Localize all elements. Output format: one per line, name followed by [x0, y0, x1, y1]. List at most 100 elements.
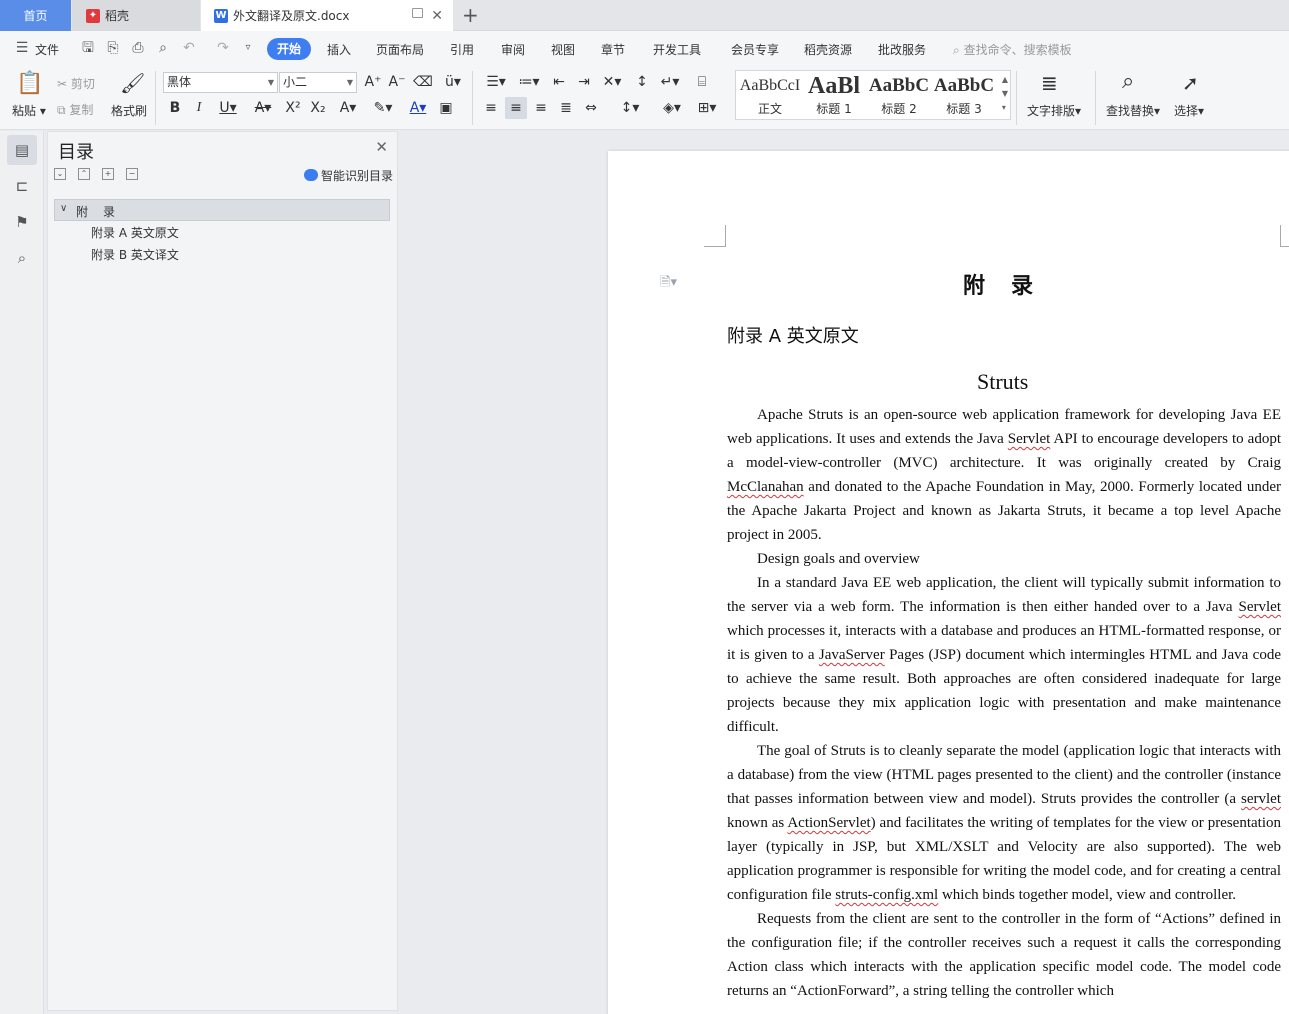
menu-references[interactable]: 引用: [450, 41, 474, 58]
float-window-icon[interactable]: [412, 8, 423, 18]
find-replace-button[interactable]: 查找替换▾: [1106, 102, 1160, 119]
menu-start[interactable]: 开始: [267, 38, 311, 60]
hamburger-icon[interactable]: ☰: [14, 40, 30, 56]
text-layout-icon[interactable]: ≣: [1041, 71, 1058, 95]
chapter-nav-icon[interactable]: ⊏: [7, 171, 37, 201]
menu-correction[interactable]: 批改服务: [878, 41, 926, 58]
distribute-icon[interactable]: ⇔: [580, 97, 602, 119]
char-border-icon[interactable]: ▣: [435, 97, 457, 119]
decrease-font-icon[interactable]: A⁻: [386, 71, 408, 93]
chevron-down-icon[interactable]: ∨: [60, 203, 67, 214]
style-heading-1[interactable]: AaBl 标题 1: [804, 73, 864, 117]
select-button[interactable]: 选择▾: [1174, 102, 1204, 119]
customize-toolbar-icon[interactable]: ▿: [240, 40, 256, 56]
decrease-indent-icon[interactable]: ⇤: [548, 71, 570, 93]
command-search[interactable]: ⌕ 查找命令、搜索模板: [953, 41, 1072, 58]
borders-icon[interactable]: ⊞▾: [692, 97, 722, 119]
save-icon[interactable]: 🖫: [80, 40, 96, 56]
align-right-icon[interactable]: ≡: [530, 97, 552, 119]
increase-indent-icon[interactable]: ⇥: [573, 71, 595, 93]
format-painter-button[interactable]: 格式刷: [111, 102, 147, 119]
add-item-icon[interactable]: +: [102, 168, 114, 180]
clear-format-icon[interactable]: ⌫: [412, 71, 434, 93]
table-tools-icon[interactable]: ⌸: [691, 71, 713, 93]
redo-icon[interactable]: ↷: [215, 40, 231, 56]
bookmark-icon[interactable]: ⚑: [7, 207, 37, 237]
menu-insert[interactable]: 插入: [327, 41, 351, 58]
show-marks-icon[interactable]: ↵▾: [656, 71, 684, 93]
format-painter-icon[interactable]: 🖌: [120, 71, 145, 95]
numbered-list-icon[interactable]: ≔▾: [515, 71, 543, 93]
strikethrough-icon[interactable]: A▾: [248, 97, 278, 119]
font-name-select[interactable]: 黑体 ▼: [163, 72, 278, 93]
toc-item-root[interactable]: ∨ 附录: [54, 199, 390, 221]
doc-body[interactable]: Apache Struts is an open-source web appl…: [727, 403, 1281, 1003]
remove-item-icon[interactable]: −: [126, 168, 138, 180]
menu-view[interactable]: 视图: [551, 41, 575, 58]
new-tab-button[interactable]: +: [462, 3, 479, 27]
menu-developer[interactable]: 开发工具: [653, 41, 701, 58]
styles-gallery: AaBbCcI 正文 AaBl 标题 1 AaBbC 标题 2 AaBbC 标题…: [735, 70, 1011, 120]
copy-button[interactable]: ⧉ 复制: [57, 101, 93, 118]
cursor-icon[interactable]: ➚: [1182, 71, 1199, 95]
text-layout-button[interactable]: 文字排版▾: [1027, 102, 1081, 119]
paste-icon[interactable]: 📋: [16, 71, 43, 96]
line-spacing-icon[interactable]: ↕▾: [615, 97, 645, 119]
expand-icon[interactable]: ⌃: [78, 168, 90, 180]
italic-icon[interactable]: I: [188, 97, 210, 119]
menu-page-layout[interactable]: 页面布局: [376, 41, 424, 58]
undo-icon[interactable]: ↶: [181, 40, 197, 56]
spelling-flag: ActionServlet: [787, 815, 871, 831]
font-size-select[interactable]: 小二 ▼: [279, 72, 357, 93]
search-icon[interactable]: ⌕: [7, 243, 37, 273]
paragraph: In a standard Java EE web application, t…: [727, 571, 1281, 739]
align-left-icon[interactable]: ≡: [480, 97, 502, 119]
pinyin-guide-icon[interactable]: ü▾: [438, 71, 468, 93]
increase-font-icon[interactable]: A⁺: [362, 71, 384, 93]
style-heading-3[interactable]: AaBbC 标题 3: [932, 73, 996, 117]
paste-button[interactable]: 粘贴 ▾: [12, 102, 46, 119]
chinese-layout-icon[interactable]: ✕▾: [598, 71, 626, 93]
menu-member[interactable]: 会员专享: [731, 41, 779, 58]
style-normal[interactable]: AaBbCcI 正文: [738, 73, 802, 117]
text-effect-icon[interactable]: A▾: [333, 97, 363, 119]
menu-daoke-resources[interactable]: 稻壳资源: [804, 41, 852, 58]
smart-toc-button[interactable]: 智能识别目录: [303, 167, 393, 184]
document-area[interactable]: 🗎▾ 附录 附录 A 英文原文 Struts Apache Struts is …: [400, 131, 1289, 1014]
menu-file[interactable]: 文件: [35, 41, 59, 58]
menu-review[interactable]: 审阅: [501, 41, 525, 58]
toc-panel-icon[interactable]: ▤: [7, 135, 37, 165]
bullet-list-icon[interactable]: ☰▾: [482, 71, 510, 93]
subscript-icon[interactable]: X₂: [307, 97, 329, 119]
highlight-icon[interactable]: ✎▾: [368, 97, 398, 119]
close-tab-icon[interactable]: ✕: [431, 8, 443, 24]
tab-daoke[interactable]: ✦ 稻壳: [72, 0, 200, 31]
superscript-icon[interactable]: X²: [282, 97, 304, 119]
toc-item-appendix-a[interactable]: 附录 A 英文原文: [91, 224, 179, 241]
search-icon: ⌕: [953, 43, 960, 57]
paragraph-handle-icon[interactable]: 🗎▾: [660, 273, 677, 295]
tab-document[interactable]: W 外文翻译及原文.docx ✕: [201, 0, 453, 31]
styles-scroll-arrows[interactable]: ▲ ▼ ▾: [1002, 73, 1008, 115]
menu-section[interactable]: 章节: [601, 41, 625, 58]
export-pdf-icon[interactable]: ⎘: [105, 40, 121, 56]
close-icon[interactable]: ✕: [375, 138, 388, 156]
spelling-flag: JavaServer: [818, 647, 885, 663]
find-icon[interactable]: ⌕: [1122, 69, 1134, 94]
align-center-icon[interactable]: ≡: [505, 97, 527, 119]
underline-icon[interactable]: U▾: [213, 97, 243, 119]
style-heading-2[interactable]: AaBbC 标题 2: [868, 73, 930, 117]
ribbon-separator: [1095, 71, 1096, 125]
font-color-icon[interactable]: A▾: [403, 97, 433, 119]
print-icon[interactable]: ⎙: [130, 40, 146, 56]
cut-button[interactable]: ✂ 剪切: [57, 75, 95, 92]
justify-icon[interactable]: ≣: [555, 97, 577, 119]
bold-icon[interactable]: B: [164, 97, 186, 119]
tab-home[interactable]: 首页: [0, 0, 71, 31]
toc-item-appendix-b[interactable]: 附录 B 英文译文: [91, 246, 179, 263]
document-page[interactable]: 🗎▾ 附录 附录 A 英文原文 Struts Apache Struts is …: [608, 151, 1289, 1014]
sort-icon[interactable]: ↕: [631, 71, 653, 93]
collapse-icon[interactable]: ⌄: [54, 168, 66, 180]
print-preview-icon[interactable]: ⌕: [155, 40, 171, 56]
shading-icon[interactable]: ◈▾: [657, 97, 687, 119]
